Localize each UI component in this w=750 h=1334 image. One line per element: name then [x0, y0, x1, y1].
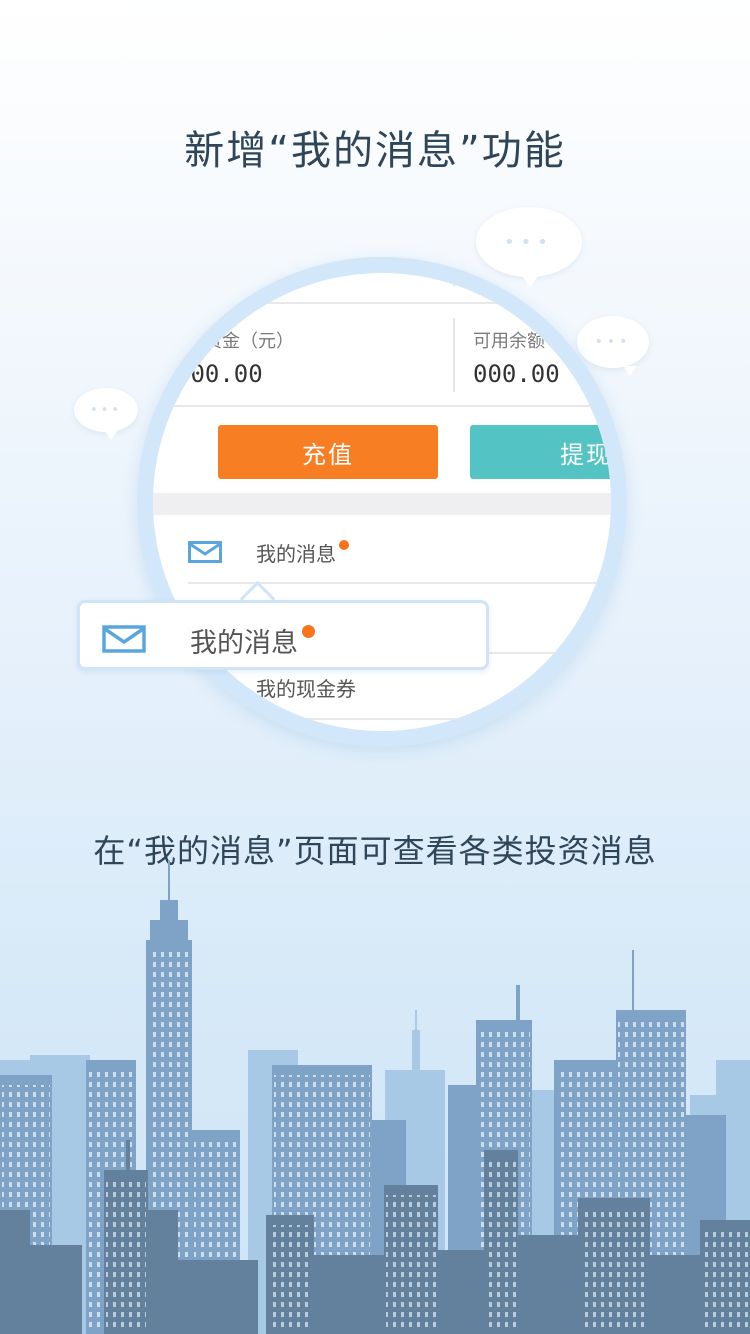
available-balance-label: 可用余额 [473, 331, 545, 352]
withdraw-button[interactable]: 提现 [470, 425, 611, 479]
mail-icon [102, 625, 146, 657]
mail-icon [188, 541, 222, 567]
divider [153, 302, 611, 304]
total-funds-label: 资金（元） [204, 331, 294, 352]
notification-dot [302, 625, 315, 638]
menu-item-label: 我的消息 [256, 542, 336, 566]
recharge-button[interactable]: 充值 [218, 425, 438, 479]
chat-bubble-icon: ••• [476, 207, 582, 287]
chat-bubble-icon: ••• [74, 388, 138, 440]
bubble-dots: ••• [89, 402, 122, 418]
divider [453, 273, 455, 286]
divider [188, 582, 611, 584]
callout-text: 我的消息 [190, 628, 298, 659]
page-title: 新增“我的消息”功能 [184, 128, 566, 174]
divider [453, 318, 455, 392]
divider [153, 405, 611, 407]
bubble-dots: ••• [504, 231, 554, 253]
available-balance-value: 000.00 [473, 360, 560, 388]
menu-item-label: 我的现金券 [256, 677, 356, 701]
divider [153, 718, 611, 720]
messages-callout[interactable]: 我的消息 [77, 600, 489, 670]
magnifier-frame: 资金（元） 000.00 可用余额 000.00 充值 提现 我的消息 我的现金… [137, 257, 627, 747]
notification-dot [339, 540, 349, 550]
section-separator [153, 493, 611, 515]
total-funds-value: 000.00 [176, 360, 263, 388]
city-skyline-illustration [0, 860, 750, 1334]
